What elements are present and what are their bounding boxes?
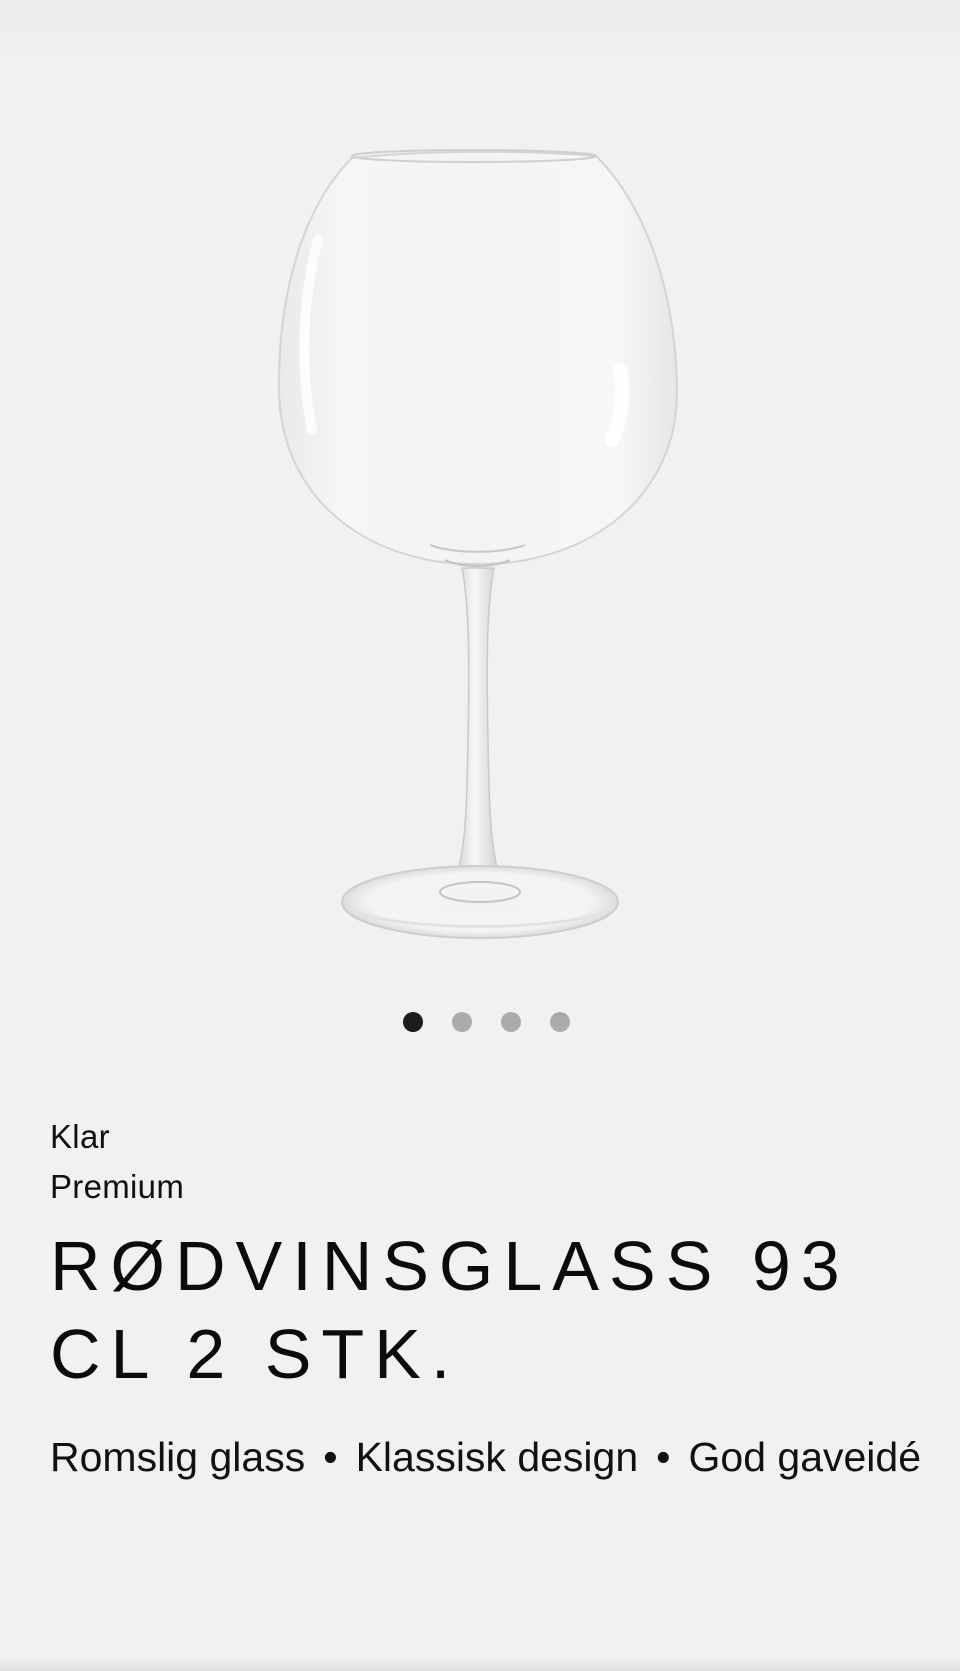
product-page: Klar Premium RØDVINSGLASS 93 CL 2 STK. R…: [0, 0, 960, 1671]
feature-1: Romslig glass: [50, 1434, 306, 1480]
product-title: RØDVINSGLASS 93 CL 2 STK.: [50, 1227, 850, 1393]
bottom-edge: [0, 1658, 960, 1671]
product-image-gallery[interactable]: [0, 40, 960, 970]
variant-series: Premium: [50, 1168, 185, 1205]
gallery-pagination: [0, 1012, 960, 1032]
gallery-dot-1[interactable]: [402, 1012, 423, 1032]
variant-color: Klar: [50, 1118, 110, 1155]
wine-glass-image: [277, 149, 679, 939]
gallery-dot-3[interactable]: [500, 1012, 521, 1032]
feature-separator: •: [323, 1434, 338, 1480]
feature-separator: •: [656, 1434, 671, 1480]
gallery-dot-4[interactable]: [549, 1012, 570, 1032]
gallery-dot-2[interactable]: [451, 1012, 472, 1032]
product-info: Klar Premium RØDVINSGLASS 93 CL 2 STK. R…: [50, 1112, 930, 1494]
feature-3: God gaveidé: [688, 1434, 922, 1480]
feature-2: Klassisk design: [355, 1434, 639, 1480]
product-features: Romslig glass • Klassisk design • God gaveid…: [50, 1420, 930, 1494]
